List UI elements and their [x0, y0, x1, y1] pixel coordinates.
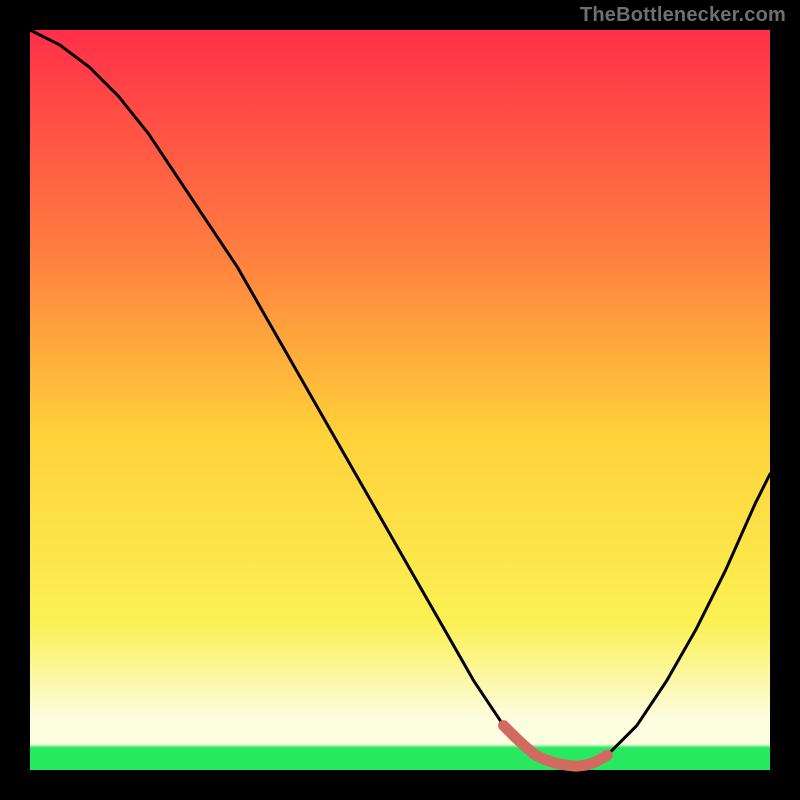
- bottleneck-chart: [0, 0, 800, 800]
- watermark-text: TheBottlenecker.com: [580, 4, 786, 27]
- chart-stage: TheBottlenecker.com: [0, 0, 800, 800]
- plot-area: [30, 30, 770, 770]
